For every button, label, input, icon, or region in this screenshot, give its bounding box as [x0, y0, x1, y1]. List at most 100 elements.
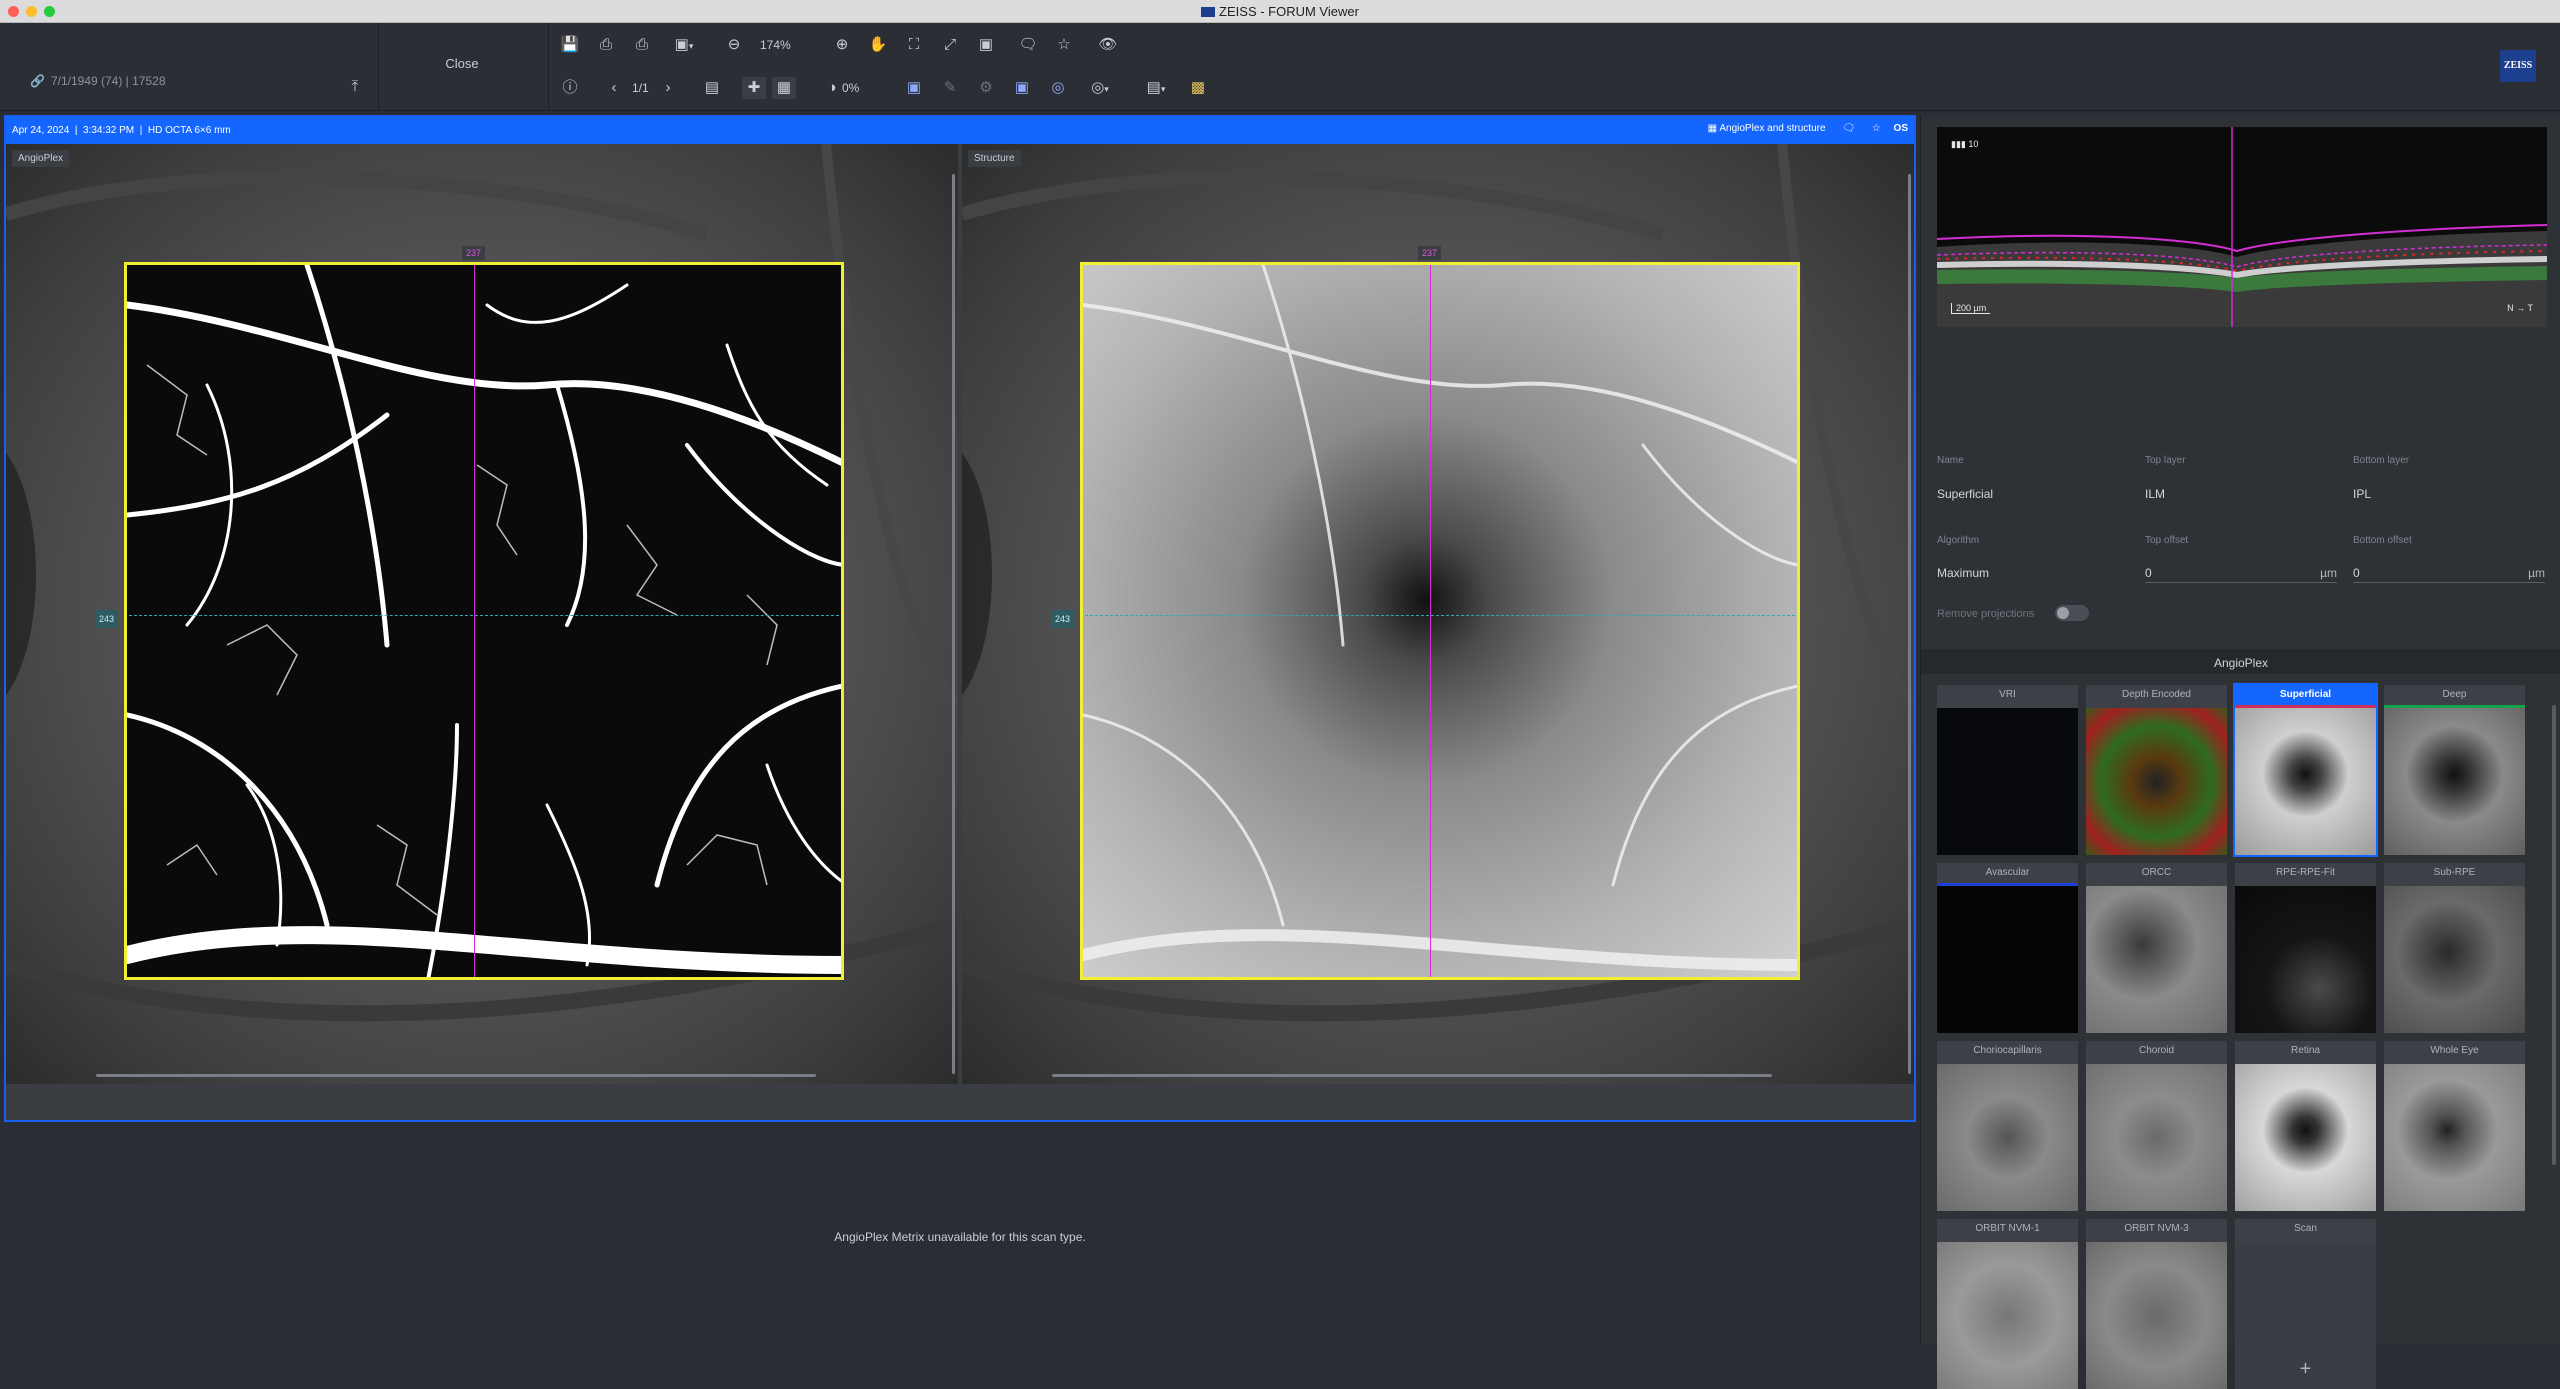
- thumbnail-vri[interactable]: VRI: [1937, 685, 2078, 855]
- right-panel-scrollbar[interactable]: [2552, 705, 2556, 1165]
- top-offset-value: 0: [2145, 566, 2152, 580]
- bottom-layer-value[interactable]: IPL: [2353, 487, 2371, 501]
- grid-icon[interactable]: ▦: [772, 77, 796, 99]
- actual-size-icon[interactable]: ⤢: [938, 34, 962, 56]
- info-icon[interactable]: ⓘ: [558, 77, 582, 99]
- link-icon: 🔗: [30, 74, 45, 88]
- layout-icon[interactable]: ▦: [1708, 123, 1717, 134]
- thumbnail-image: +: [2235, 1242, 2376, 1389]
- next-page-icon[interactable]: ›: [656, 77, 680, 99]
- thumbnail-avascular[interactable]: Avascular: [1937, 863, 2078, 1033]
- structure-pane[interactable]: Structure 237 243: [962, 144, 1914, 1084]
- patient-info: 🔗 7/1/1949 (74) | 17528: [30, 74, 166, 88]
- print-preview-icon[interactable]: ⎙: [630, 34, 654, 56]
- structure-scan-box[interactable]: [1080, 262, 1800, 980]
- opacity-icon[interactable]: ◑: [820, 77, 844, 99]
- window-title-text: ZEISS - FORUM Viewer: [1219, 4, 1359, 19]
- thumbnail-retina[interactable]: Retina: [2235, 1041, 2376, 1211]
- scan-info-bar: Apr 24, 2024 | 3:34:32 PM | HD OCTA 6×6 …: [6, 117, 1914, 144]
- thumbnail-superficial[interactable]: Superficial: [2233, 683, 2378, 857]
- angio-scan-box[interactable]: [124, 262, 844, 980]
- thumbnail-image: [2384, 886, 2525, 1033]
- comment-icon[interactable]: 🗨: [1842, 123, 1855, 134]
- thumbnail-image: [2086, 1064, 2227, 1211]
- thumbnail-image: [2235, 1064, 2376, 1211]
- add-scan-icon[interactable]: +: [2235, 1358, 2376, 1381]
- thumbnail-orbit-nvm-3[interactable]: ORBIT NVM-3: [2086, 1219, 2227, 1389]
- thumbnail-label: Whole Eye: [2384, 1041, 2525, 1064]
- zeiss-logo: ZEISS: [2500, 50, 2536, 82]
- favorite-star-icon[interactable]: ☆: [1872, 123, 1881, 134]
- thumbnail-image: [2235, 708, 2376, 855]
- thumbnail-choroid[interactable]: Choroid: [2086, 1041, 2227, 1211]
- thumbnail-depth-encoded[interactable]: Depth Encoded: [2086, 685, 2227, 855]
- thumbnail-scan[interactable]: Scan +: [2235, 1219, 2376, 1389]
- vertical-scrollbar[interactable]: [952, 174, 955, 1074]
- angioplex-pane[interactable]: AngioPlex 237 243: [6, 144, 958, 1084]
- image-dropdown-button[interactable]: ▤▾: [1138, 77, 1174, 99]
- bscan-frame-label: ▮▮▮ 10: [1951, 139, 1978, 150]
- bottom-offset-input[interactable]: 0 µm: [2353, 563, 2545, 583]
- fit-screen-icon[interactable]: ⛶: [902, 34, 926, 56]
- eye-icon[interactable]: 👁: [1096, 34, 1120, 56]
- favorite-star-icon[interactable]: ☆: [1052, 34, 1076, 56]
- horizontal-scrollbar[interactable]: [96, 1074, 816, 1077]
- zoom-out-icon[interactable]: ⊖: [722, 34, 746, 56]
- top-layer-label: Top layer: [2145, 455, 2186, 466]
- horizontal-scrollbar[interactable]: [1052, 1074, 1772, 1077]
- print-icon[interactable]: ⎙: [594, 34, 618, 56]
- zoom-level[interactable]: 174%: [760, 34, 791, 56]
- view-controls: ▦ AngioPlex and structure 🗨 ☆ OS: [1708, 123, 1908, 134]
- image-viewer: Apr 24, 2024 | 3:34:32 PM | HD OCTA 6×6 …: [4, 115, 1916, 1122]
- thumbnail-whole-eye[interactable]: Whole Eye: [2384, 1041, 2525, 1211]
- image-export-icon[interactable]: ▩: [1186, 77, 1210, 99]
- thumbnail-sub-rpe[interactable]: Sub-RPE: [2384, 863, 2525, 1033]
- thumbnail-orcc[interactable]: ORCC: [2086, 863, 2227, 1033]
- edit-icon[interactable]: ✎: [938, 77, 962, 99]
- previous-page-icon[interactable]: ‹: [602, 77, 626, 99]
- close-button[interactable]: Close: [420, 56, 504, 78]
- comment-icon[interactable]: 🗨: [1016, 34, 1040, 56]
- algorithm-value[interactable]: Maximum: [1937, 566, 1989, 580]
- thumbnail-image: [1937, 886, 2078, 1033]
- pane-label-structure: Structure: [968, 150, 1021, 167]
- horizontal-slice-marker[interactable]: [1083, 615, 1797, 616]
- thumbnail-choriocapillaris[interactable]: Choriocapillaris: [1937, 1041, 2078, 1211]
- scan-info: Apr 24, 2024 | 3:34:32 PM | HD OCTA 6×6 …: [12, 125, 231, 136]
- circle-dropdown-button[interactable]: ◎▾: [1082, 77, 1118, 99]
- export-button[interactable]: ⤒: [344, 78, 366, 98]
- save-icon[interactable]: 💾: [558, 34, 582, 56]
- pan-hand-icon[interactable]: ✋: [866, 34, 890, 56]
- pane-label-angioplex: AngioPlex: [12, 150, 70, 167]
- region-icon[interactable]: ▣: [1010, 77, 1034, 99]
- save-dropdown-button[interactable]: ▣▾: [666, 34, 702, 56]
- thumbnail-image: [2384, 708, 2525, 855]
- top-offset-input[interactable]: 0 µm: [2145, 563, 2337, 583]
- opacity-level[interactable]: 0%: [842, 77, 859, 99]
- layout-label[interactable]: AngioPlex and structure: [1719, 123, 1825, 134]
- thumbnail-deep[interactable]: Deep: [2384, 685, 2525, 855]
- vertical-slice-marker[interactable]: [474, 265, 475, 977]
- remove-projections-toggle[interactable]: [2055, 605, 2089, 621]
- settings-icon[interactable]: ⚙: [974, 77, 998, 99]
- thumbnail-orbit-nvm-1[interactable]: ORBIT NVM-1: [1937, 1219, 2078, 1389]
- top-layer-value[interactable]: ILM: [2145, 487, 2165, 501]
- fullscreen-icon[interactable]: ▣: [974, 34, 998, 56]
- page-indicator: 1/1: [632, 81, 649, 95]
- layout-icon[interactable]: ▤: [700, 77, 724, 99]
- vertical-scrollbar[interactable]: [1908, 174, 1911, 1074]
- zoom-in-icon[interactable]: ⊕: [830, 34, 854, 56]
- bscan-view[interactable]: ▮▮▮ 10 200 µm N → T: [1937, 127, 2547, 327]
- measure-icon[interactable]: ✚: [742, 77, 766, 99]
- horizontal-slice-marker[interactable]: [127, 615, 841, 616]
- structure-enface-image: [1083, 265, 1797, 971]
- right-panel: ▮▮▮ 10 200 µm N → T Name Top layer Botto…: [1920, 115, 2560, 1389]
- overlay-icon[interactable]: ▣: [902, 77, 926, 99]
- window-title: ZEISS - FORUM Viewer: [0, 4, 2560, 19]
- vertical-slice-marker[interactable]: [1430, 265, 1431, 977]
- thumbnail-label: Sub-RPE: [2384, 863, 2525, 886]
- thumbnail-rpe-rpe-fit[interactable]: RPE-RPE-Fit: [2235, 863, 2376, 1033]
- thumbnail-image: [2384, 1064, 2525, 1211]
- target-icon[interactable]: ◎: [1046, 77, 1070, 99]
- layer-name-value[interactable]: Superficial: [1937, 487, 1993, 501]
